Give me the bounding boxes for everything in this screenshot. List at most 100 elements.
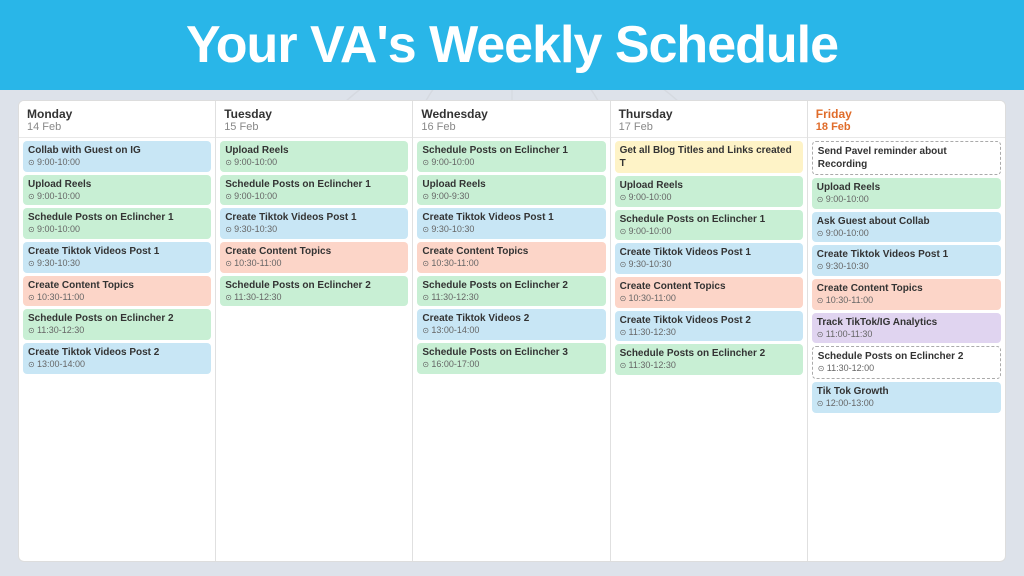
- list-item[interactable]: Schedule Posts on Eclincher 19:00-10:00: [220, 175, 408, 206]
- event-title: Create Tiktok Videos 2: [422, 312, 600, 325]
- list-item[interactable]: Create Content Topics10:30-11:00: [220, 242, 408, 273]
- event-time: 11:30-12:30: [28, 325, 206, 337]
- event-time: 9:00-10:00: [422, 157, 600, 169]
- list-item[interactable]: Schedule Posts on Eclincher 19:00-10:00: [23, 208, 211, 239]
- day-events-monday: Collab with Guest on IG9:00-10:00Upload …: [19, 138, 215, 561]
- list-item[interactable]: Create Tiktok Videos Post 19:30-10:30: [23, 242, 211, 273]
- event-title: Create Content Topics: [225, 245, 403, 258]
- list-item[interactable]: Schedule Posts on Eclincher 211:30-12:00: [812, 346, 1001, 379]
- event-title: Schedule Posts on Eclincher 1: [422, 144, 600, 157]
- event-time: 9:30-10:30: [422, 224, 600, 236]
- day-header-wednesday: Wednesday16 Feb: [413, 101, 609, 138]
- event-title: Create Tiktok Videos Post 1: [620, 246, 798, 259]
- event-time: 9:00-10:00: [817, 194, 996, 206]
- event-title: Schedule Posts on Eclincher 2: [28, 312, 206, 325]
- event-time: 9:00-10:00: [225, 157, 403, 169]
- event-time: 9:00-10:00: [817, 228, 996, 240]
- event-time: 9:30-10:30: [620, 259, 798, 271]
- list-item[interactable]: Create Tiktok Videos Post 19:30-10:30: [812, 245, 1001, 276]
- event-title: Track TikTok/IG Analytics: [817, 316, 996, 329]
- list-item[interactable]: Tik Tok Growth12:00-13:00: [812, 382, 1001, 413]
- event-title: Create Content Topics: [422, 245, 600, 258]
- event-title: Collab with Guest on IG: [28, 144, 206, 157]
- day-header-friday: Friday18 Feb: [808, 101, 1005, 138]
- event-time: 11:30-12:30: [422, 292, 600, 304]
- list-item[interactable]: Schedule Posts on Eclincher 211:30-12:30: [417, 276, 605, 307]
- event-time: 9:00-10:00: [28, 157, 206, 169]
- event-title: Upload Reels: [28, 178, 206, 191]
- event-time: 9:00-10:00: [28, 224, 206, 236]
- day-header-tuesday: Tuesday15 Feb: [216, 101, 412, 138]
- list-item[interactable]: Create Content Topics10:30-11:00: [812, 279, 1001, 310]
- day-date-friday: 18 Feb: [816, 121, 997, 133]
- event-title: Create Tiktok Videos Post 2: [28, 346, 206, 359]
- event-time: 10:30-11:00: [620, 293, 798, 305]
- event-title: Schedule Posts on Eclincher 1: [620, 213, 798, 226]
- list-item[interactable]: Get all Blog Titles and Links created T: [615, 141, 803, 173]
- event-time: 9:30-10:30: [225, 224, 403, 236]
- day-name-monday: Monday: [27, 107, 207, 121]
- list-item[interactable]: Create Tiktok Videos Post 19:30-10:30: [220, 208, 408, 239]
- event-title: Create Tiktok Videos Post 1: [422, 211, 600, 224]
- event-time: 9:00-10:00: [620, 192, 798, 204]
- event-time: 10:30-11:00: [225, 258, 403, 270]
- list-item[interactable]: Create Content Topics10:30-11:00: [417, 242, 605, 273]
- list-item[interactable]: Create Tiktok Videos Post 211:30-12:30: [615, 311, 803, 342]
- list-item[interactable]: Schedule Posts on Eclincher 19:00-10:00: [417, 141, 605, 172]
- list-item[interactable]: Schedule Posts on Eclincher 316:00-17:00: [417, 343, 605, 374]
- list-item[interactable]: Create Tiktok Videos Post 213:00-14:00: [23, 343, 211, 374]
- event-title: Upload Reels: [620, 179, 798, 192]
- list-item[interactable]: Schedule Posts on Eclincher 211:30-12:30: [23, 309, 211, 340]
- day-events-thursday: Get all Blog Titles and Links created T U…: [611, 138, 807, 561]
- day-events-friday: Send Pavel reminder about Recording Uploa…: [808, 138, 1005, 561]
- list-item[interactable]: Collab with Guest on IG9:00-10:00: [23, 141, 211, 172]
- page-header: Your VA's Weekly Schedule: [0, 0, 1024, 90]
- list-item[interactable]: Upload Reels9:00-10:00: [615, 176, 803, 207]
- day-name-thursday: Thursday: [619, 107, 799, 121]
- day-date-monday: 14 Feb: [27, 121, 207, 133]
- list-item[interactable]: Create Tiktok Videos Post 19:30-10:30: [417, 208, 605, 239]
- event-title: Create Content Topics: [620, 280, 798, 293]
- event-title: Create Content Topics: [817, 282, 996, 295]
- day-date-tuesday: 15 Feb: [224, 121, 404, 133]
- event-title: Upload Reels: [422, 178, 600, 191]
- day-header-thursday: Thursday17 Feb: [611, 101, 807, 138]
- day-name-tuesday: Tuesday: [224, 107, 404, 121]
- event-time: 13:00-14:00: [28, 359, 206, 371]
- event-time: 10:30-11:00: [422, 258, 600, 270]
- list-item[interactable]: Create Tiktok Videos Post 19:30-10:30: [615, 243, 803, 274]
- list-item[interactable]: Track TikTok/IG Analytics11:00-11:30: [812, 313, 1001, 344]
- event-title: Create Tiktok Videos Post 2: [620, 314, 798, 327]
- event-time: 11:30-12:00: [818, 363, 995, 375]
- event-title: Schedule Posts on Eclincher 2: [620, 347, 798, 360]
- day-column-friday: Friday18 FebSend Pavel reminder about Re…: [808, 101, 1005, 561]
- list-item[interactable]: Upload Reels9:00-10:00: [23, 175, 211, 206]
- list-item[interactable]: Create Content Topics10:30-11:00: [615, 277, 803, 308]
- list-item[interactable]: Upload Reels9:00-10:00: [220, 141, 408, 172]
- event-title: Schedule Posts on Eclincher 1: [225, 178, 403, 191]
- list-item[interactable]: Schedule Posts on Eclincher 211:30-12:30: [220, 276, 408, 307]
- event-time: 11:00-11:30: [817, 329, 996, 341]
- day-date-wednesday: 16 Feb: [421, 121, 601, 133]
- event-title: Create Content Topics: [28, 279, 206, 292]
- event-time: 12:00-13:00: [817, 398, 996, 410]
- list-item[interactable]: Ask Guest about Collab9:00-10:00: [812, 212, 1001, 243]
- event-time: 16:00-17:00: [422, 359, 600, 371]
- event-time: 11:30-12:30: [620, 327, 798, 339]
- day-events-wednesday: Schedule Posts on Eclincher 19:00-10:00U…: [413, 138, 609, 561]
- list-item[interactable]: Create Content Topics10:30-11:00: [23, 276, 211, 307]
- event-title: Get all Blog Titles and Links created T: [620, 144, 798, 170]
- event-title: Schedule Posts on Eclincher 1: [28, 211, 206, 224]
- list-item[interactable]: Upload Reels9:00-9:30: [417, 175, 605, 206]
- list-item[interactable]: Create Tiktok Videos 213:00-14:00: [417, 309, 605, 340]
- list-item[interactable]: Upload Reels9:00-10:00: [812, 178, 1001, 209]
- list-item[interactable]: Schedule Posts on Eclincher 211:30-12:30: [615, 344, 803, 375]
- list-item[interactable]: Schedule Posts on Eclincher 19:00-10:00: [615, 210, 803, 241]
- event-title: Send Pavel reminder about Recording: [818, 145, 995, 171]
- day-column-monday: Monday14 FebCollab with Guest on IG9:00-…: [19, 101, 216, 561]
- event-time: 9:00-10:00: [225, 191, 403, 203]
- list-item[interactable]: Send Pavel reminder about Recording: [812, 141, 1001, 175]
- event-time: 10:30-11:00: [28, 292, 206, 304]
- day-name-wednesday: Wednesday: [421, 107, 601, 121]
- event-title: Create Tiktok Videos Post 1: [225, 211, 403, 224]
